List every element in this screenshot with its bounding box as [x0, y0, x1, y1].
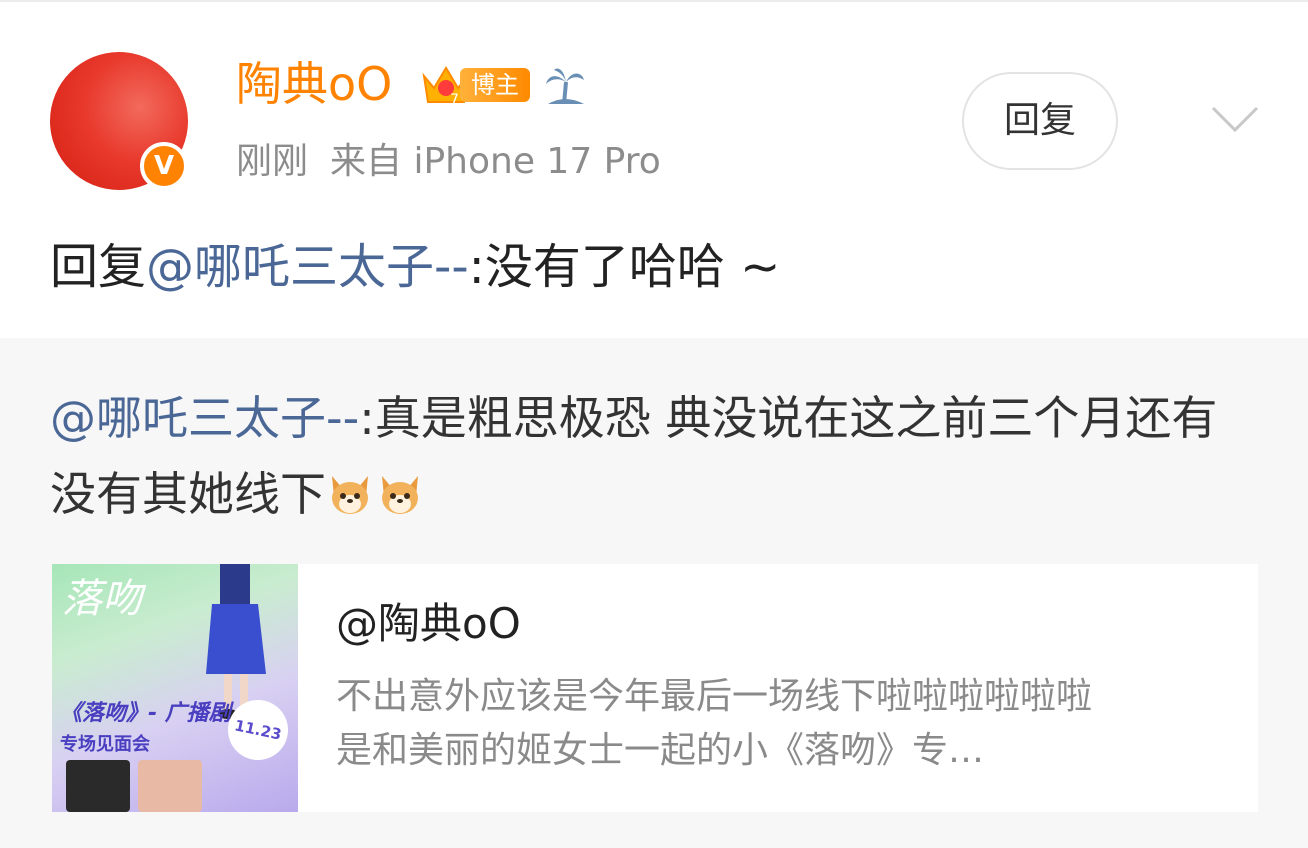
svg-text:落吻: 落吻	[62, 576, 147, 622]
comment-author-name[interactable]: 陶典oO	[236, 54, 392, 114]
comment-source: 来自 iPhone 17 Pro	[330, 141, 661, 182]
blogger-tag: 博主	[460, 68, 530, 102]
shared-post-card[interactable]: 落吻 《落吻》- 广播剧 专场见面会 11.23 @陶典oO 不出意外应该是今年…	[52, 564, 1258, 812]
reply-body: :没有了哈哈 ~	[468, 239, 781, 295]
chevron-down-icon[interactable]	[1210, 104, 1260, 134]
comment-time: 刚刚	[236, 141, 309, 182]
reply-prefix: 回复	[50, 239, 147, 295]
comment-meta: 刚刚 来自 iPhone 17 Pro	[236, 136, 661, 188]
badge-level: 7	[450, 92, 459, 108]
brush-title-art: 落吻	[62, 576, 147, 622]
reply-button[interactable]: 回复	[962, 72, 1118, 170]
verified-icon: V	[140, 142, 188, 190]
post-author[interactable]: @陶典oO	[336, 596, 521, 652]
palm-tree-icon	[546, 68, 584, 105]
thumb-title: 《落吻》- 广播剧	[60, 701, 231, 726]
reply-mention-link[interactable]: @哪吒三太子--	[146, 239, 469, 295]
dog-emoji-icon	[382, 476, 418, 514]
guest-photo	[138, 760, 202, 812]
top-divider	[0, 0, 1308, 2]
quoted-comment-text: @哪吒三太子--:真是粗思极恐 典没说在这之前三个月还有没有其她线下	[50, 380, 1260, 532]
post-excerpt-line: 是和美丽的姬女士一起的小《落吻》专…	[336, 730, 985, 771]
post-thumbnail[interactable]: 落吻 《落吻》- 广播剧 专场见面会 11.23	[52, 564, 298, 812]
post-excerpt: 不出意外应该是今年最后一场线下啦啦啦啦啦啦 是和美丽的姬女士一起的小《落吻》专…	[336, 670, 1236, 778]
reply-text: 回复@哪吒三太子--:没有了哈哈 ~	[50, 232, 780, 302]
post-excerpt-line: 不出意外应该是今年最后一场线下啦啦啦啦啦啦	[336, 676, 1093, 717]
thumb-subtitle: 专场见面会	[60, 734, 150, 755]
guest-photo	[66, 760, 130, 812]
dog-emoji-icon	[332, 476, 368, 514]
quoted-mention-link[interactable]: @哪吒三太子--	[50, 391, 359, 445]
blogger-badge[interactable]: 7 博主	[420, 62, 532, 108]
